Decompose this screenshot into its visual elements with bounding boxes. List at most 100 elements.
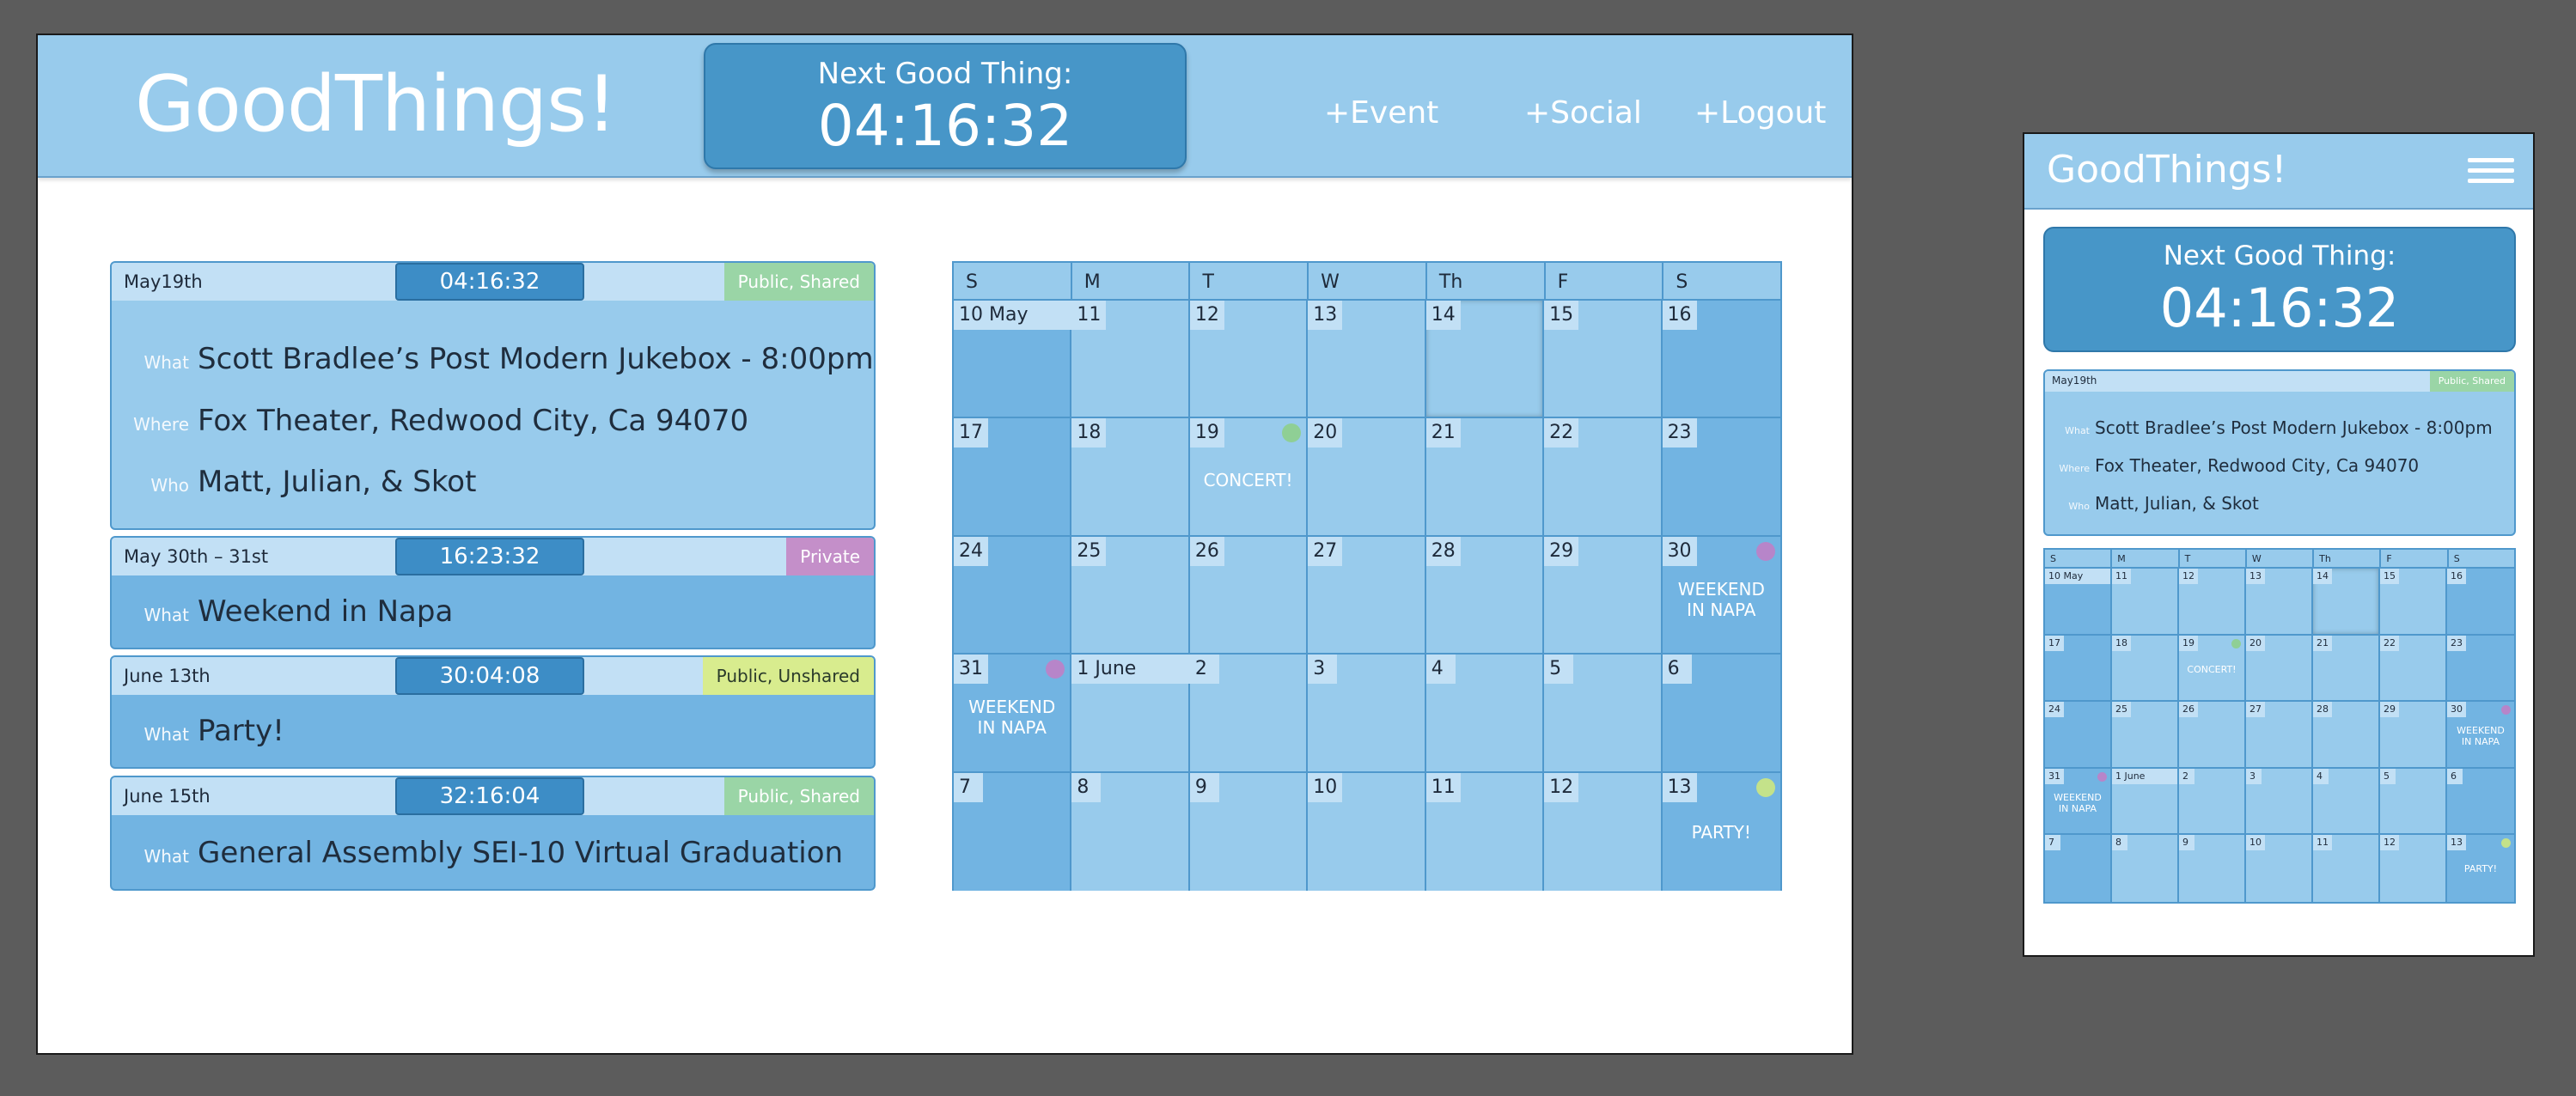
calendar-day-cell[interactable]: 25: [1071, 536, 1190, 655]
calendar-day-cell[interactable]: 1 June: [1071, 655, 1191, 773]
calendar-day-cell[interactable]: 26: [2179, 702, 2246, 769]
calendar-day-cell[interactable]: 28: [1425, 536, 1545, 655]
calendar-event-label[interactable]: PARTY!: [1663, 822, 1780, 843]
logout-link[interactable]: +Logout: [1694, 95, 1826, 131]
calendar-day-cell[interactable]: 7: [2045, 835, 2112, 902]
calendar-day-cell[interactable]: 9: [2179, 835, 2246, 902]
calendar-event-label[interactable]: PARTY!: [2447, 863, 2514, 874]
calendar-day-cell[interactable]: 10: [1308, 772, 1426, 891]
calendar-day-cell[interactable]: 12: [1189, 301, 1309, 419]
calendar-day-cell[interactable]: 12: [1544, 772, 1663, 891]
calendar-day-cell[interactable]: 31 WEEKEND IN NAPA: [954, 655, 1072, 773]
day-number: 28: [1425, 536, 1461, 566]
calendar-day-cell[interactable]: 27: [1308, 536, 1426, 655]
calendar-day-cell[interactable]: 10: [2246, 835, 2313, 902]
calendar-day-cell[interactable]: 2: [2179, 768, 2246, 836]
calendar-day-cell[interactable]: 11: [2313, 835, 2380, 902]
calendar-day-cell[interactable]: 11: [2112, 569, 2179, 636]
calendar-day-cell[interactable]: 3: [1308, 655, 1426, 773]
calendar-day-cell[interactable]: 7: [954, 772, 1072, 891]
calendar-day-cell[interactable]: 5: [1544, 655, 1663, 773]
event-card[interactable]: May 30th – 31st 16:23:32 Private What We…: [110, 536, 876, 649]
calendar-day-cell[interactable]: 10 May: [954, 301, 1072, 419]
calendar-day-cell[interactable]: 9: [1189, 772, 1309, 891]
calendar-event-label[interactable]: WEEKEND IN NAPA: [2447, 725, 2514, 747]
calendar-day-cell[interactable]: 18: [1071, 418, 1190, 537]
calendar-event-text: PARTY!: [1691, 822, 1751, 843]
calendar-day-cell[interactable]: 14: [1425, 301, 1545, 419]
calendar-day-cell[interactable]: 6: [1662, 655, 1780, 773]
calendar-event-label[interactable]: WEEKEND IN NAPA: [954, 697, 1070, 738]
calendar-day-cell[interactable]: 16: [2447, 569, 2514, 636]
calendar-day-cell[interactable]: 30 WEEKEND IN NAPA: [1662, 536, 1780, 655]
calendar-day-cell[interactable]: 19 CONCERT!: [1189, 418, 1309, 537]
calendar-day-cell[interactable]: 22: [2380, 635, 2447, 703]
calendar-day-cell[interactable]: 24: [2045, 702, 2112, 769]
calendar-day-cell[interactable]: 13: [1308, 301, 1426, 419]
calendar-day-cell[interactable]: 27: [2246, 702, 2313, 769]
calendar-day-cell[interactable]: 4: [1425, 655, 1545, 773]
calendar-day-cell[interactable]: 29: [1544, 536, 1663, 655]
calendar-event-text: IN NAPA: [2058, 803, 2097, 814]
calendar-day-cell[interactable]: 2: [1189, 655, 1309, 773]
event-what: Weekend in Napa: [198, 594, 454, 629]
calendar-day-cell[interactable]: 24: [954, 536, 1072, 655]
event-card[interactable]: June 13th 30:04:08 Public, Unshared What…: [110, 655, 876, 769]
calendar-day-cell[interactable]: 3: [2246, 768, 2313, 836]
calendar-event-text: IN NAPA: [1687, 599, 1756, 620]
calendar-event-label[interactable]: CONCERT!: [2179, 664, 2244, 675]
calendar-day-cell[interactable]: 30 WEEKEND IN NAPA: [2447, 702, 2514, 769]
calendar-day-cell[interactable]: 23: [2447, 635, 2514, 703]
calendar-event-label[interactable]: CONCERT!: [1190, 470, 1306, 490]
calendar-day-cell[interactable]: 13 PARTY!: [1662, 772, 1780, 891]
calendar-day-cell[interactable]: 23: [1662, 418, 1780, 537]
calendar-day-cell[interactable]: 13 PARTY!: [2447, 835, 2514, 902]
calendar-event-label[interactable]: WEEKEND IN NAPA: [2045, 792, 2110, 814]
hamburger-menu-icon[interactable]: [2468, 158, 2514, 187]
calendar-day-cell[interactable]: 21: [2313, 635, 2380, 703]
event-card[interactable]: June 15th 32:16:04 Public, Shared What G…: [110, 776, 876, 891]
logo[interactable]: GoodThings!: [2047, 148, 2286, 192]
calendar-day-cell[interactable]: 17: [954, 418, 1072, 537]
calendar-day-cell[interactable]: 4: [2313, 768, 2380, 836]
event-what-row: What Scott Bradlee’s Post Modern Jukebox…: [112, 342, 873, 376]
calendar-day-cell[interactable]: 15: [1544, 301, 1663, 419]
calendar-day-cell[interactable]: 22: [1544, 418, 1663, 537]
calendar-day-cell[interactable]: 8: [1071, 772, 1190, 891]
calendar-day-cell[interactable]: 18: [2112, 635, 2179, 703]
calendar-day-cell[interactable]: 11: [1071, 301, 1190, 419]
add-social-link[interactable]: +Social: [1524, 95, 1642, 131]
event-card[interactable]: May19th 04:16:32 Public, Shared What Sco…: [110, 261, 876, 530]
calendar-day-cell[interactable]: 15: [2380, 569, 2447, 636]
calendar-day-cell[interactable]: 13: [2246, 569, 2313, 636]
day-number: 10: [2246, 835, 2265, 851]
calendar-event-label[interactable]: WEEKEND IN NAPA: [1663, 579, 1780, 620]
day-number: 17: [954, 418, 988, 448]
calendar-day-cell[interactable]: 26: [1189, 536, 1309, 655]
calendar-day-cell[interactable]: 17: [2045, 635, 2112, 703]
calendar-day-cell[interactable]: 12: [2179, 569, 2246, 636]
calendar-day-cell[interactable]: 20: [1308, 418, 1426, 537]
calendar-day-cell[interactable]: 25: [2112, 702, 2179, 769]
event-card[interactable]: May19th Public, Shared What Scott Bradle…: [2043, 369, 2516, 536]
calendar-day-cell[interactable]: 5: [2380, 768, 2447, 836]
calendar-day-cell[interactable]: 1 June: [2112, 768, 2179, 836]
calendar-day-cell[interactable]: 29: [2380, 702, 2447, 769]
calendar-day-cell[interactable]: 28: [2313, 702, 2380, 769]
logo[interactable]: GoodThings!: [135, 59, 617, 149]
calendar-day-cell[interactable]: 12: [2380, 835, 2447, 902]
add-event-link[interactable]: +Event: [1324, 95, 1438, 131]
calendar-day-cell[interactable]: 20: [2246, 635, 2313, 703]
calendar-event-text: CONCERT!: [1203, 469, 1293, 490]
calendar-day-cell[interactable]: 31 WEEKEND IN NAPA: [2045, 768, 2112, 836]
calendar-day-cell[interactable]: 16: [1662, 301, 1780, 419]
day-number: 9: [2179, 835, 2194, 851]
calendar-day-cell[interactable]: 10 May: [2045, 569, 2112, 636]
calendar-day-cell[interactable]: 11: [1425, 772, 1545, 891]
calendar-day-cell[interactable]: 19 CONCERT!: [2179, 635, 2246, 703]
calendar-day-cell[interactable]: 21: [1425, 418, 1545, 537]
calendar-day-cell[interactable]: 8: [2112, 835, 2179, 902]
calendar-day-cell[interactable]: 14: [2313, 569, 2380, 636]
event-dot-icon: [2231, 638, 2241, 648]
calendar-day-cell[interactable]: 6: [2447, 768, 2514, 836]
